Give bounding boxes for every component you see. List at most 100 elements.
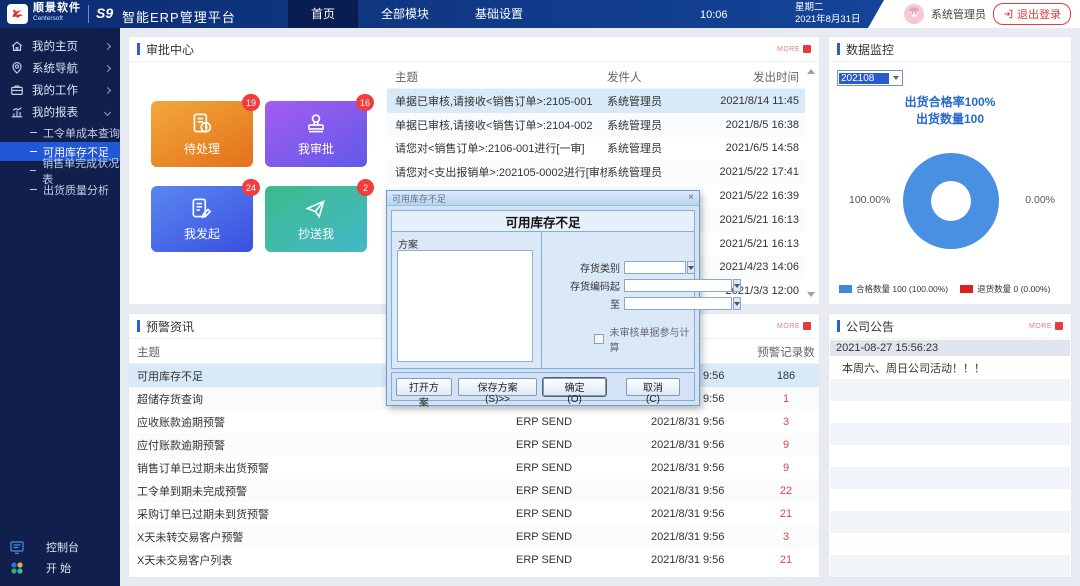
alert-row[interactable]: X天未交易客户列表 ERP SEND 2021/8/31 9:56 21 xyxy=(129,548,819,571)
period-select[interactable]: 202108 xyxy=(837,70,903,86)
sidebar-subitem-sales-completion[interactable]: 销售单完成状况表 xyxy=(0,158,120,186)
unaudited-checkbox-label: 未审核单据参与计算 xyxy=(609,328,690,354)
cell-subject: 单据已审核,请接收<销售订单>:2104-002 xyxy=(395,119,593,132)
more-label: MORE xyxy=(777,45,800,53)
sidebar-subitem-shipment-quality[interactable]: 出货质量分析 xyxy=(0,180,120,199)
approval-row[interactable]: 单据已审核,请接收<销售订单>:2104-002 系统管理员 2021/8/5 … xyxy=(387,112,805,137)
cancel-button[interactable]: 取消(C) xyxy=(625,377,680,405)
stock-code-to-dropdown-button[interactable] xyxy=(733,297,741,310)
scroll-down-icon[interactable] xyxy=(807,292,815,297)
nav-tab-settings[interactable]: 基础设置 xyxy=(452,0,546,28)
sidebar-item-home[interactable]: 我的主页 xyxy=(0,35,120,57)
scroll-up-icon[interactable] xyxy=(807,69,815,74)
card-my-initiated[interactable]: 24 我发起 xyxy=(151,179,260,252)
ok-button[interactable]: 确定(O) xyxy=(543,377,606,405)
avatar[interactable] xyxy=(904,4,924,24)
main-nav: 首页 全部模块 基础设置 xyxy=(288,0,546,28)
sidebar-item-work[interactable]: 我的工作 xyxy=(0,79,120,101)
scheme-listbox[interactable] xyxy=(397,250,533,362)
legend-swatch-blue xyxy=(839,285,852,293)
sidebar-subitem-workorder-cost[interactable]: 工令单成本查询 xyxy=(0,123,120,142)
stock-category-input[interactable] xyxy=(624,261,686,274)
approval-row[interactable]: 请您对<销售订单>:2106-001进行[一审] 系统管理员 2021/6/5 … xyxy=(387,137,805,161)
approval-row[interactable]: 单据已审核,请接收<销售订单>:2105-001 系统管理员 2021/8/14… xyxy=(387,89,805,113)
stock-code-to-input[interactable] xyxy=(624,297,732,310)
sidebar-subitem-label: 工令单成本查询 xyxy=(43,127,120,140)
nav-tab-all-modules[interactable]: 全部模块 xyxy=(358,0,452,28)
announcement-more-link[interactable]: MORE xyxy=(1029,322,1063,330)
stock-category-dropdown-button[interactable] xyxy=(687,261,695,274)
cell-subject: 单据已审核,请接收<销售订单>:2105-001 xyxy=(395,95,593,108)
cell-sender: 系统管理员 xyxy=(607,143,662,156)
cell-sender: 系统管理员 xyxy=(607,167,662,180)
alerts-panel-title: 预警资讯 xyxy=(146,319,195,334)
sidebar-item-label: 我的主页 xyxy=(32,41,78,53)
cell-time: 2021/8/31 9:56 xyxy=(651,484,725,497)
close-icon[interactable]: × xyxy=(688,193,694,203)
brand-name-en: Centersoft xyxy=(33,15,63,22)
alert-row[interactable]: 销售订单已过期未出货预警 ERP SEND 2021/8/31 9:56 9 xyxy=(129,456,819,479)
nav-tab-home[interactable]: 首页 xyxy=(288,0,359,28)
card-label: 我审批 xyxy=(297,142,334,156)
chart-icon xyxy=(11,107,23,118)
product-title: 智能ERP管理平台 xyxy=(122,10,236,25)
card-cc-me[interactable]: 2 抄送我 xyxy=(265,179,374,252)
alert-row[interactable]: 工令单到期未完成预警 ERP SEND 2021/8/31 9:56 22 xyxy=(129,479,819,502)
cell-count: 186 xyxy=(776,369,796,382)
cell-time: 2021/5/21 16:13 xyxy=(719,213,799,226)
chevron-down-icon xyxy=(688,265,694,270)
logout-button[interactable]: 退出登录 xyxy=(993,3,1071,25)
stock-code-from-dropdown-button[interactable] xyxy=(733,279,741,292)
cell-count: 1 xyxy=(782,392,790,405)
cell-count: 22 xyxy=(779,484,793,497)
alert-row[interactable]: 应收账款逾期预警 ERP SEND 2021/8/31 9:56 3 xyxy=(129,410,819,433)
cell-subject: 请您对<销售订单>:2106-001进行[一审] xyxy=(395,143,585,156)
period-select-value: 202108 xyxy=(839,72,889,84)
approval-row[interactable]: 请您对<支出报销单>:202105-0002进行[审核] 系统管理员 2021/… xyxy=(387,160,805,185)
approval-more-link[interactable]: MORE xyxy=(777,45,811,53)
col-sent-time: 发出时间 xyxy=(753,71,799,84)
field-stock-category: 存货类别 xyxy=(542,260,695,275)
compose-icon xyxy=(192,198,212,219)
empty-row xyxy=(830,445,1070,467)
sidebar-item-reports[interactable]: 我的报表 xyxy=(0,101,120,123)
cell-subject: X天未交易客户列表 xyxy=(137,554,233,567)
title-accent-bar xyxy=(137,320,140,332)
start-button[interactable]: 开 始 xyxy=(0,557,120,578)
cell-time: 2021/5/22 17:41 xyxy=(719,166,799,179)
dash-icon xyxy=(30,170,37,171)
alert-row[interactable]: X天未转交易客户预警 ERP SEND 2021/8/31 9:56 3 xyxy=(129,525,819,548)
console-button[interactable]: 控制台 xyxy=(0,536,120,557)
console-icon xyxy=(10,540,24,554)
approval-table-header: 主题 发件人 发出时间 xyxy=(387,65,805,89)
sidebar-item-navigation[interactable]: 系统导航 xyxy=(0,57,120,79)
cell-sender: ERP SEND xyxy=(516,438,573,451)
card-my-approvals[interactable]: 16 我审批 xyxy=(265,94,374,167)
cell-sender: 系统管理员 xyxy=(607,119,662,132)
dialog-titlebar[interactable]: 可用库存不足 × xyxy=(387,191,699,206)
announcement-panel-header: 公司公告 MORE xyxy=(829,314,1071,339)
unaudited-checkbox[interactable] xyxy=(594,334,604,344)
dash-icon xyxy=(30,151,37,152)
cell-count: 9 xyxy=(782,461,790,474)
logout-label: 退出登录 xyxy=(1017,9,1061,21)
donut-left-label: 100.00% xyxy=(849,194,891,206)
alert-row[interactable]: 采购订单已过期未到货预警 ERP SEND 2021/8/31 9:56 21 xyxy=(129,502,819,525)
approval-cards: 19 待处理 16 我审批 24 我发起 2 抄送我 xyxy=(151,94,374,252)
quality-donut-chart xyxy=(903,153,999,249)
cell-count: 21 xyxy=(779,507,793,520)
cell-count: 3 xyxy=(782,415,790,428)
cell-time: 2021/5/21 16:13 xyxy=(719,237,799,250)
more-label: MORE xyxy=(1029,322,1052,330)
save-scheme-button[interactable]: 保存方案(S)>> xyxy=(457,377,538,405)
current-username: 系统管理员 xyxy=(931,9,986,21)
card-pending[interactable]: 19 待处理 xyxy=(151,94,260,167)
open-scheme-button[interactable]: 打开方案 xyxy=(396,377,452,409)
cell-subject: 销售订单已过期未出货预警 xyxy=(137,462,269,475)
announcement-content[interactable]: 本周六、周日公司活动！！！ xyxy=(830,356,1070,379)
alert-row[interactable]: 应付账款逾期预警 ERP SEND 2021/8/31 9:56 9 xyxy=(129,433,819,456)
chevron-down-icon xyxy=(103,108,112,116)
pending-count-badge: 19 xyxy=(241,94,260,111)
stock-code-from-input[interactable] xyxy=(624,279,732,292)
alerts-more-link[interactable]: MORE xyxy=(777,322,811,330)
